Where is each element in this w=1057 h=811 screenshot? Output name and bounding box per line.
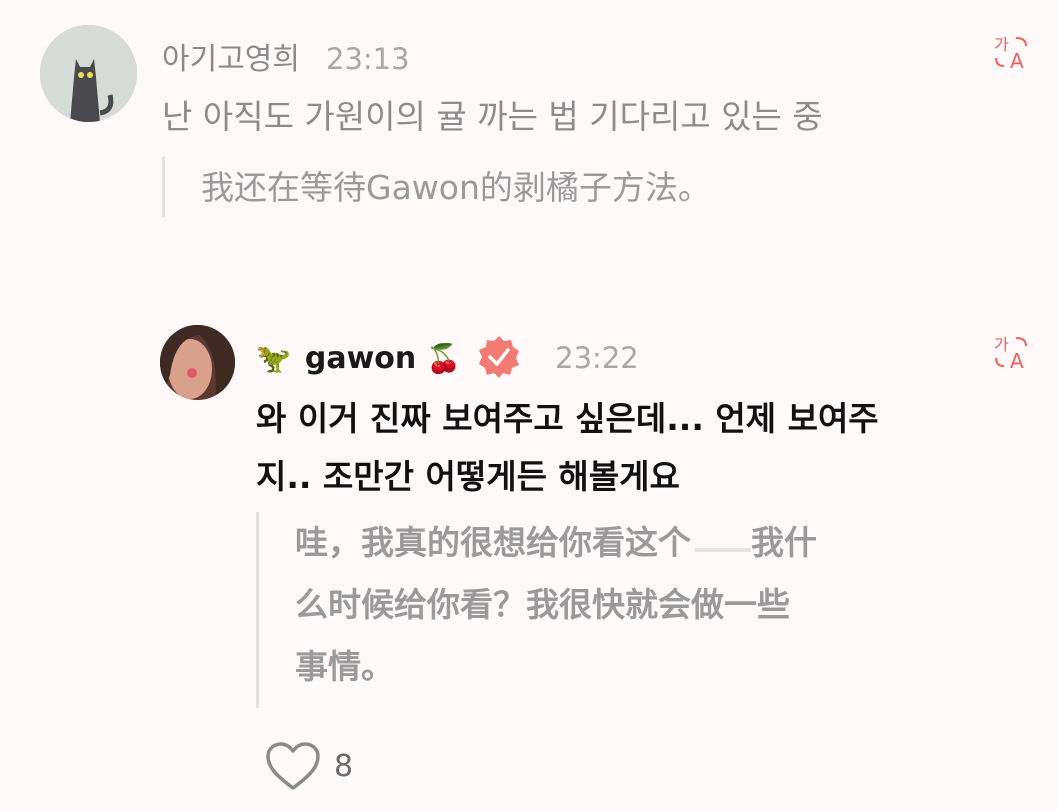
svg-text:가: 가	[994, 335, 1009, 354]
reply-text-line: 지.. 조만간 어떻게든 해볼게요	[256, 457, 680, 496]
translate-icon[interactable]: 가 A	[992, 332, 1032, 373]
translation-text: 我还在等待Gawon的剥橘子方法。	[201, 168, 711, 207]
translation-text-line: 事情。	[295, 647, 394, 686]
comment-item: 아기고영희 23:13 난 아직도 가원이의 귤 까는 법 기다리고 있는 중 …	[0, 0, 1057, 240]
like-count: 8	[334, 748, 354, 784]
comment-translation: 我还在等待Gawon的剥橘子方法。	[162, 157, 711, 217]
translate-icon[interactable]: 가 A	[992, 32, 1032, 73]
reply-item: 🦖 gawon 🍒 23:22 가 A 와 이거 진짜 보여주고 싶은데... …	[0, 300, 1057, 811]
svg-text:가: 가	[994, 35, 1009, 54]
svg-text:A: A	[1010, 49, 1024, 72]
comment-text: 난 아직도 가원이의 귤 까는 법 기다리고 있는 중	[162, 97, 823, 136]
like-button[interactable]: 8	[264, 740, 353, 792]
reply-text-line: 와 이거 진짜 보여주고 싶은데... 언제 보여주	[256, 399, 879, 438]
translation-text-line: 么时候给你看？我很快就会做一些	[295, 585, 790, 624]
cherry-emoji: 🍒	[426, 341, 462, 375]
avatar[interactable]	[160, 325, 235, 400]
reply-timestamp: 23:22	[555, 341, 639, 375]
reply-text: 와 이거 진짜 보여주고 싶은데... 언제 보여주 지.. 조만간 어떻게든 …	[256, 390, 879, 506]
dinosaur-emoji: 🦖	[256, 341, 291, 375]
avatar[interactable]	[40, 25, 137, 122]
verified-badge-icon	[477, 334, 521, 382]
user-avatar-image	[160, 325, 235, 400]
translation-text-line: 哇，我真的很想给你看这个	[295, 523, 691, 562]
cat-avatar-image	[40, 25, 137, 122]
heart-icon[interactable]	[264, 740, 322, 792]
comment-timestamp: 23:13	[326, 42, 410, 76]
translation-ellipsis	[695, 548, 751, 552]
comment-username[interactable]: 아기고영희	[162, 34, 300, 78]
svg-text:A: A	[1010, 349, 1024, 372]
translation-text-line: 我什	[751, 523, 817, 562]
reply-translation: 哇，我真的很想给你看这个 我什 么时候给你看？我很快就会做一些 事情。	[256, 512, 817, 708]
reply-username[interactable]: gawon	[305, 341, 416, 376]
